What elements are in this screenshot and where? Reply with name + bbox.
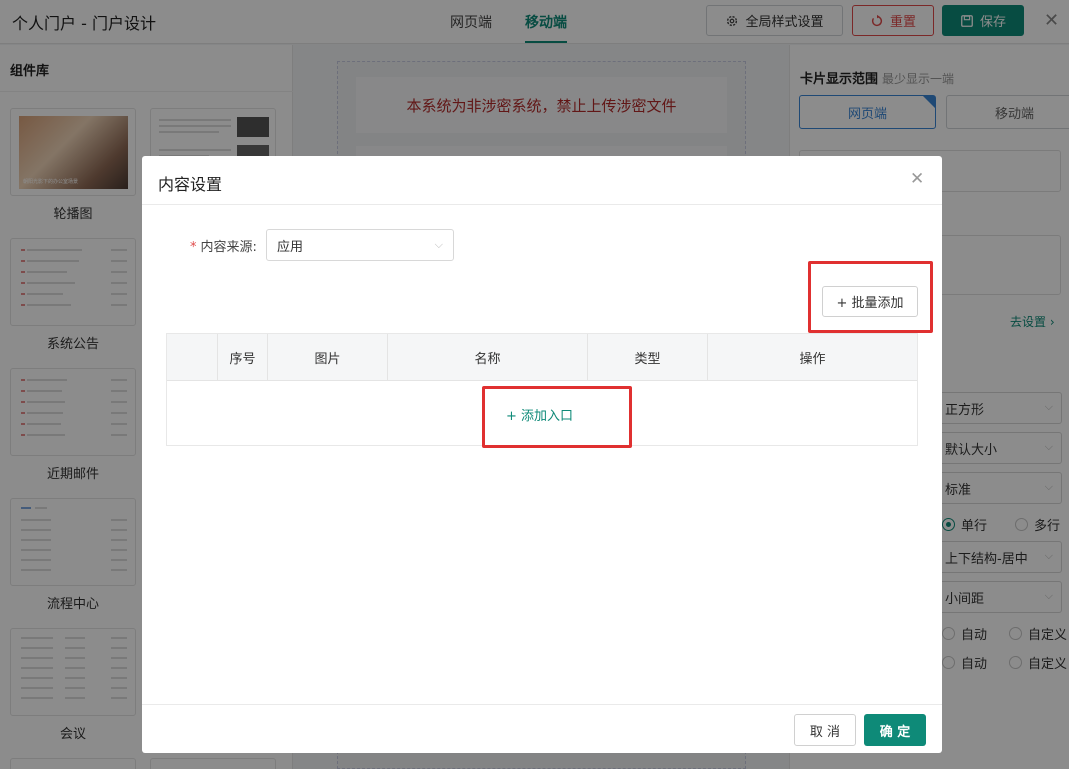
table-header-image: 图片 bbox=[267, 334, 387, 381]
confirm-button[interactable]: 确 定 bbox=[864, 714, 926, 746]
close-icon[interactable]: ✕ bbox=[910, 169, 924, 189]
chevron-down-icon: ⌵ bbox=[434, 238, 443, 251]
batch-add-button[interactable]: + 批量添加 bbox=[822, 286, 918, 317]
content-source-select[interactable]: 应用 ⌵ bbox=[266, 229, 454, 261]
table-header-select bbox=[167, 334, 217, 381]
table-header-actions: 操作 bbox=[707, 334, 917, 381]
table-header: 序号 图片 名称 类型 操作 bbox=[167, 334, 917, 381]
dialog-footer-divider bbox=[142, 704, 942, 705]
content-source-value: 应用 bbox=[277, 239, 304, 255]
table-header-type: 类型 bbox=[587, 334, 707, 381]
content-settings-dialog: 内容设置 ✕ * 内容来源: 应用 ⌵ + 批量添加 序号 图片 名称 类型 操作 … bbox=[142, 156, 942, 753]
table-header-index: 序号 bbox=[217, 334, 267, 381]
content-source-label-text: 内容来源: bbox=[200, 240, 257, 255]
content-source-label: * 内容来源: bbox=[190, 236, 257, 255]
table-header-name: 名称 bbox=[387, 334, 587, 381]
cancel-button[interactable]: 取 消 bbox=[794, 714, 856, 746]
add-entry-button[interactable]: + 添加入口 bbox=[506, 405, 573, 424]
dialog-header-divider bbox=[142, 204, 942, 205]
dialog-title: 内容设置 bbox=[158, 175, 223, 194]
required-asterisk: * bbox=[190, 240, 197, 255]
